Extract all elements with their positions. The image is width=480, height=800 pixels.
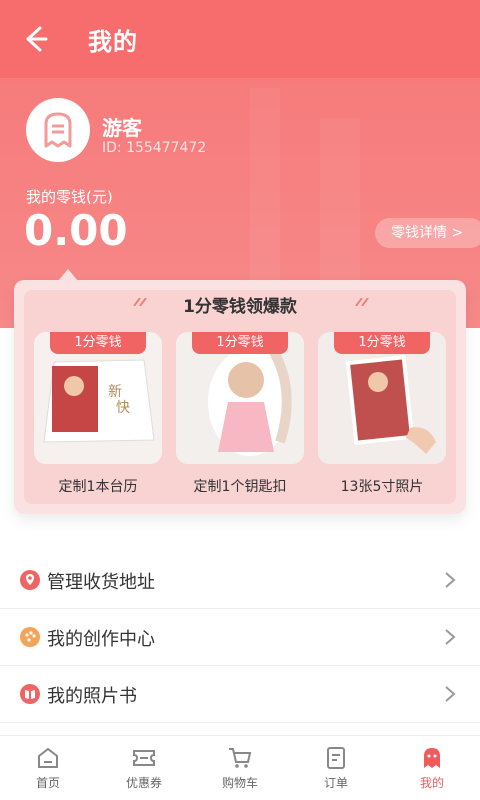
hero-decoration [320, 118, 360, 288]
top-bar: 我的 [0, 0, 480, 78]
user-name: 游客 [102, 116, 142, 140]
wallet-detail-button[interactable]: 零钱详情 > [375, 218, 480, 248]
avatar[interactable] [26, 98, 90, 162]
bottom-tab-bar: 首页 优惠券 购物车 订单 我的 [0, 735, 480, 800]
palette-icon [20, 627, 40, 647]
svg-text:新: 新 [108, 384, 122, 400]
promo-title: 1分零钱领爆款 [183, 297, 297, 317]
tab-coupons[interactable]: 优惠券 [96, 736, 192, 800]
back-button[interactable] [18, 22, 52, 56]
tab-label: 购物车 [221, 776, 258, 790]
item-tag: 1分零钱 [192, 332, 288, 354]
wallet-label: 我的零钱(元) [26, 188, 113, 206]
tab-label: 首页 [35, 776, 60, 790]
cart-icon [229, 748, 252, 768]
promo-card: 1分零钱领爆款 新 快 1分零钱 定制1本台历 1分零钱 定制1个钥匙扣 1分零… [14, 280, 466, 514]
order-icon [327, 747, 345, 769]
home-icon [38, 747, 58, 768]
decoration-icon [355, 298, 369, 306]
svg-text:快: 快 [116, 400, 130, 416]
promo-item-label: 定制1本台历 [58, 479, 138, 495]
coupon-icon [133, 750, 155, 766]
tab-mine[interactable]: 我的 [384, 736, 480, 800]
wallet-balance: 0.00 [24, 206, 128, 255]
promo-item-keychain[interactable]: 1分零钱 [176, 332, 304, 464]
menu-item-photo-book[interactable]: 我的照片书 [0, 666, 480, 723]
chevron-right-icon [445, 572, 456, 588]
page-title: 我的 [88, 28, 138, 56]
menu-item-address[interactable]: 管理收货地址 [0, 552, 480, 609]
promo-item-calendar[interactable]: 新 快 1分零钱 [34, 332, 162, 464]
ghost-avatar-icon [44, 112, 72, 148]
chevron-right-icon [445, 686, 456, 702]
promo-item-label: 定制1个钥匙扣 [193, 479, 287, 495]
tab-label: 我的 [419, 776, 444, 790]
menu-list: 管理收货地址 我的创作中心 我的照片书 [0, 552, 480, 723]
menu-item-label: 我的照片书 [47, 686, 137, 707]
item-tag: 1分零钱 [50, 332, 146, 354]
ghost-icon [424, 748, 440, 768]
back-arrow-icon [26, 26, 48, 52]
menu-item-creation-center[interactable]: 我的创作中心 [0, 609, 480, 666]
tab-label: 订单 [323, 776, 348, 790]
tab-home[interactable]: 首页 [0, 736, 96, 800]
item-tag: 1分零钱 [334, 332, 430, 354]
menu-item-label: 管理收货地址 [47, 572, 155, 593]
tab-cart[interactable]: 购物车 [192, 736, 288, 800]
user-id: ID: 155477472 [102, 140, 207, 156]
promo-item-label: 13张5寸照片 [340, 479, 424, 495]
tab-orders[interactable]: 订单 [288, 736, 384, 800]
tab-label: 优惠券 [125, 776, 162, 790]
hero-decoration [250, 88, 280, 288]
location-pin-icon [20, 570, 40, 590]
chevron-right-icon [445, 629, 456, 645]
profile-screen: 我的 游客 ID: 155477472 我的零钱(元) 0.00 零钱详情 > … [0, 0, 480, 800]
menu-item-label: 我的创作中心 [47, 629, 155, 650]
book-icon [20, 684, 40, 704]
promo-item-photos[interactable]: 1分零钱 [318, 332, 446, 464]
